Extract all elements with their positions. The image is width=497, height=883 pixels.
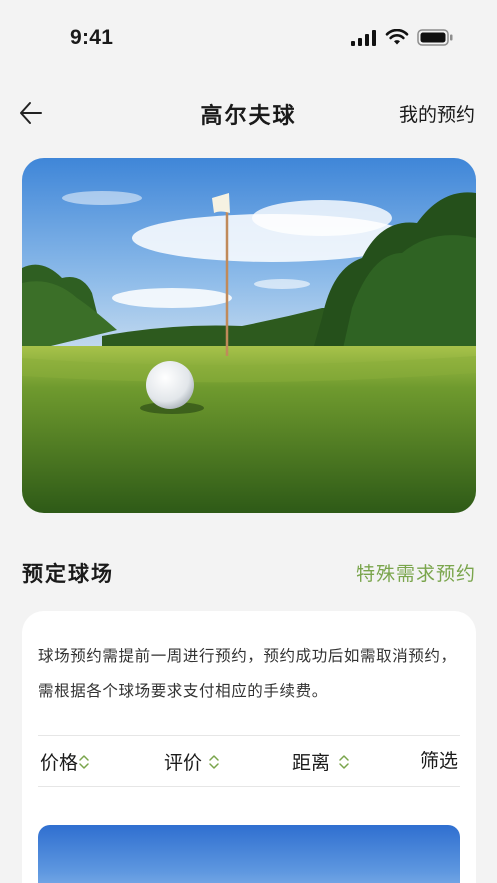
course-thumbnail[interactable] bbox=[38, 825, 460, 883]
my-reservations-link[interactable]: 我的预约 bbox=[399, 100, 475, 127]
status-icons bbox=[351, 29, 453, 46]
hero-image bbox=[22, 158, 476, 513]
filter-bar: 价格 评价 距离 筛选 bbox=[38, 736, 460, 786]
sort-arrows-icon bbox=[79, 754, 89, 769]
sort-rating-button[interactable]: 评价 bbox=[164, 748, 220, 775]
filter-label: 筛选 bbox=[419, 750, 458, 772]
sort-arrows-icon bbox=[209, 754, 219, 769]
section-title: 预定球场 bbox=[22, 562, 114, 586]
nav-bar: 高尔夫球 我的预约 bbox=[0, 88, 497, 138]
sort-price-button[interactable]: 价格 bbox=[40, 748, 90, 775]
section-header: 预定球场 特殊需求预约 bbox=[22, 556, 476, 590]
booking-notice: 球场预约需提前一周进行预约，预约成功后如需取消预约，需根据各个球场要求支付相应的… bbox=[38, 647, 457, 700]
sort-distance-button[interactable]: 距离 bbox=[292, 748, 350, 775]
sort-price-label: 价格 bbox=[40, 752, 79, 774]
special-request-link[interactable]: 特殊需求预约 bbox=[356, 559, 476, 586]
sort-distance-label: 距离 bbox=[292, 752, 331, 774]
filter-button[interactable]: 筛选 bbox=[420, 746, 458, 773]
status-time: 9:41 bbox=[70, 26, 114, 49]
status-bar: 9:41 bbox=[0, 0, 497, 78]
divider bbox=[38, 786, 460, 787]
cellular-signal-icon bbox=[351, 29, 376, 46]
sort-rating-label: 评价 bbox=[164, 752, 203, 774]
wifi-icon bbox=[385, 29, 409, 45]
sort-arrows-icon bbox=[339, 754, 349, 769]
battery-icon bbox=[417, 29, 453, 46]
booking-card: 球场预约需提前一周进行预约，预约成功后如需取消预约，需根据各个球场要求支付相应的… bbox=[22, 611, 476, 883]
